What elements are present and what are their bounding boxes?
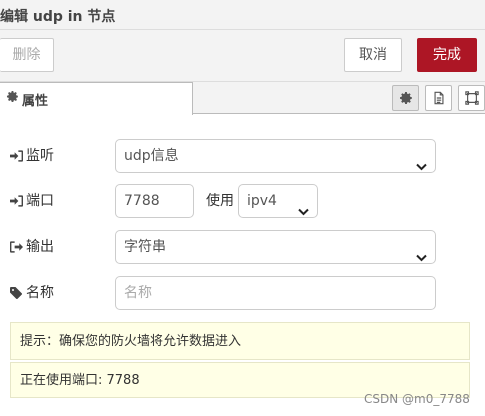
port-label: 端口 bbox=[10, 191, 90, 211]
tab-description-button[interactable] bbox=[425, 85, 452, 111]
chevron-down-icon bbox=[416, 242, 427, 274]
port-input[interactable]: 7788 bbox=[115, 184, 194, 218]
name-placeholder: 名称 bbox=[124, 285, 152, 301]
sign-in-icon bbox=[10, 150, 23, 162]
tag-icon bbox=[10, 287, 22, 299]
output-select[interactable]: 字符串 bbox=[115, 230, 436, 264]
listen-select[interactable]: udp信息 bbox=[115, 139, 436, 173]
gear-icon bbox=[6, 90, 20, 104]
firewall-tip: 提示：确保您的防火墙将允许数据进入 bbox=[10, 322, 470, 360]
sign-in-icon bbox=[10, 195, 23, 207]
watermark: CSDN @m0_7788 bbox=[364, 392, 470, 406]
name-input[interactable]: 名称 bbox=[115, 276, 436, 310]
tab-settings-button[interactable] bbox=[392, 85, 419, 111]
chevron-down-icon bbox=[298, 196, 309, 228]
listen-label: 监听 bbox=[10, 146, 90, 166]
cancel-button[interactable]: 取消 bbox=[344, 38, 402, 72]
tab-label: 属性 bbox=[22, 94, 49, 109]
output-label: 输出 bbox=[10, 237, 90, 257]
dialog-title: 编辑 udp in 节点 bbox=[0, 9, 116, 25]
title-bar: 编辑 udp in 节点 bbox=[0, 0, 485, 30]
listen-value: udp信息 bbox=[124, 148, 179, 164]
name-label: 名称 bbox=[10, 283, 90, 303]
ip-version-value: ipv4 bbox=[247, 193, 277, 209]
output-value: 字符串 bbox=[124, 239, 166, 255]
button-bar bbox=[0, 30, 485, 82]
ip-version-select[interactable]: ipv4 bbox=[238, 184, 318, 218]
use-label: 使用 bbox=[206, 193, 234, 209]
chevron-down-icon bbox=[416, 151, 427, 183]
tab-properties[interactable]: 属性 bbox=[0, 82, 193, 115]
sign-out-icon bbox=[10, 241, 23, 253]
done-button[interactable]: 完成 bbox=[417, 38, 477, 72]
delete-button[interactable]: 删除 bbox=[0, 38, 54, 72]
tab-appearance-button[interactable] bbox=[458, 85, 485, 111]
